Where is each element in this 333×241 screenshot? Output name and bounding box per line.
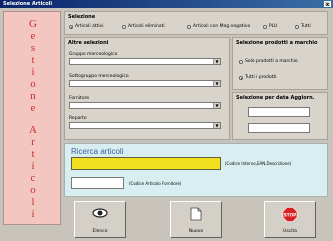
selezione-articoli-window: Selezione Articoli x Gestione Articoli S… [0, 0, 333, 241]
codice-hint: (Codice Interno,EAN,Descrizione) [225, 161, 292, 166]
fornitore-code-input[interactable] [71, 177, 124, 189]
radio-tutti-prodotti[interactable]: Tutti i prodotti [239, 75, 277, 80]
gestione-letter: n [30, 90, 36, 102]
radio-dot[interactable] [69, 24, 73, 29]
data-aggiorn-label: Selezione per data Aggiorn. [236, 95, 315, 101]
title-bar[interactable]: Selezione Articoli x [0, 0, 333, 8]
prodotti-marchio-label: Selezione prodotti a marchio [236, 40, 318, 46]
chevron-down-icon[interactable]: ▼ [213, 81, 220, 86]
prodotti-marchio-panel: Selezione prodotti a marchio Solo prodot… [232, 37, 328, 90]
radio-solo-marchio[interactable]: Solo prodotti a marchio [239, 59, 298, 64]
radio-plu[interactable]: PLU [263, 24, 277, 29]
nuovo-button[interactable]: Nuovo [170, 201, 222, 238]
elenco-button[interactable]: Elenco [74, 201, 126, 238]
elenco-label: Elenco [92, 229, 108, 234]
altre-selezioni-label: Altre selezioni [68, 40, 109, 46]
close-icon[interactable]: x [324, 1, 331, 8]
gestione-letter: i [31, 66, 35, 78]
articoli-letter: c [30, 172, 36, 184]
uscita-button[interactable]: STOP Uscita [264, 201, 316, 238]
gestione-letter: o [30, 78, 36, 90]
articoli-letter: l [31, 196, 35, 208]
articoli-letter: A [29, 124, 37, 136]
codice-search-input[interactable] [71, 157, 221, 170]
gruppo-label: Gruppo merceologico [69, 52, 118, 57]
ricerca-articoli-panel: Ricerca articoli (Codice Interno,EAN,Des… [64, 143, 328, 197]
radio-articoli-eliminati[interactable]: Articoli eliminati [122, 24, 165, 29]
radio-articoli-attivi[interactable]: Articoli attivi [69, 24, 104, 29]
radio-tutti[interactable]: Tutti [295, 24, 311, 29]
chevron-down-icon[interactable]: ▼ [213, 123, 220, 128]
radio-mag-negativo[interactable]: Articoli con Mag.negativo [187, 24, 250, 29]
articoli-label: Articoli [4, 124, 62, 220]
selezione-label: Selezione [68, 14, 96, 20]
gestione-label: Gestione [4, 18, 62, 114]
radio-dot[interactable] [263, 24, 267, 29]
articoli-letter: r [31, 136, 35, 148]
articoli-letter: i [31, 160, 35, 172]
gestione-letter: e [30, 102, 36, 114]
radio-dot[interactable] [187, 24, 191, 29]
fornitore-label: Fornitore [69, 96, 90, 101]
reparto-label: Reparto [69, 116, 87, 121]
reparto-select[interactable]: ▼ [69, 122, 221, 129]
gestione-letter: s [30, 42, 36, 54]
altre-selezioni-panel: Altre selezioni Gruppo merceologico ▼ So… [64, 37, 230, 140]
sottogruppo-select[interactable]: ▼ [69, 80, 221, 87]
button-bar: Elenco Nuovo STOP Uscita [64, 201, 328, 238]
data-from-input[interactable] [248, 107, 310, 117]
radio-dot[interactable] [122, 24, 126, 29]
sidebar-banner: Gestione Articoli [3, 11, 61, 225]
selezione-section: Selezione Articoli attivi Articoli elimi… [64, 11, 328, 35]
gruppo-select[interactable]: ▼ [69, 58, 221, 65]
gestione-letter: e [30, 30, 36, 42]
radio-dot[interactable] [239, 59, 243, 64]
stop-icon: STOP [282, 207, 298, 222]
eye-icon [92, 208, 108, 218]
radio-dot[interactable] [239, 75, 243, 80]
gestione-letter: G [29, 18, 37, 30]
fornitore-hint: (Codice Articolo Fornitore) [129, 181, 182, 186]
articoli-letter: t [31, 148, 35, 160]
window-title: Selezione Articoli [3, 1, 53, 7]
nuovo-label: Nuovo [188, 229, 204, 234]
data-to-input[interactable] [248, 123, 310, 133]
data-aggiorn-panel: Selezione per data Aggiorn. [232, 92, 328, 140]
stop-icon-text: STOP [284, 212, 297, 217]
gestione-letter: t [31, 54, 35, 66]
uscita-label: Uscita [283, 229, 297, 234]
radio-dot[interactable] [295, 24, 299, 29]
articoli-letter: o [30, 184, 36, 196]
new-document-icon [190, 207, 202, 221]
sottogruppo-label: Sottogruppo merceologico [69, 74, 129, 79]
ricerca-title: Ricerca articoli [71, 147, 124, 156]
articoli-letter: i [31, 208, 35, 220]
chevron-down-icon[interactable]: ▼ [213, 103, 220, 108]
fornitore-select[interactable]: ▼ [69, 102, 221, 109]
chevron-down-icon[interactable]: ▼ [213, 59, 220, 64]
